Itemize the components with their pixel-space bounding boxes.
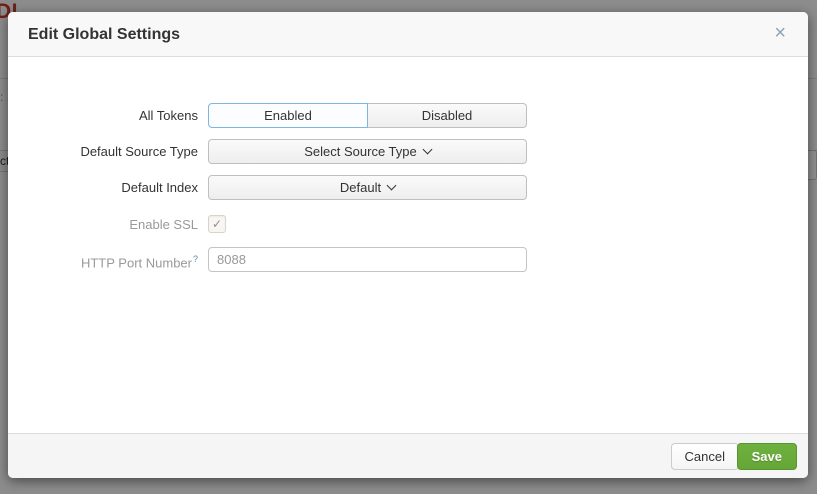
http-port-label: HTTP Port Number?	[8, 247, 198, 272]
edit-global-settings-modal: Edit Global Settings × All Tokens Enable…	[8, 12, 808, 478]
all-tokens-row: All Tokens Enabled Disabled	[8, 103, 808, 128]
enable-ssl-label: Enable SSL	[8, 212, 198, 237]
default-index-control: Default	[208, 175, 527, 200]
all-tokens-enabled-button[interactable]: Enabled	[208, 103, 368, 128]
help-marker: ?	[193, 254, 198, 264]
modal-title: Edit Global Settings	[28, 12, 180, 57]
cancel-button[interactable]: Cancel	[671, 443, 739, 470]
checkmark-icon: ✓	[212, 217, 222, 231]
all-tokens-disabled-button[interactable]: Disabled	[368, 103, 527, 128]
enable-ssl-checkbox: ✓	[208, 215, 226, 233]
chevron-down-icon	[422, 145, 432, 155]
all-tokens-toggle-group: Enabled Disabled	[208, 103, 527, 128]
default-source-type-control: Select Source Type	[208, 139, 527, 164]
modal-header: Edit Global Settings ×	[8, 12, 808, 57]
modal-footer: Cancel Save	[8, 433, 808, 478]
default-index-value: Default	[340, 180, 381, 195]
default-source-type-row: Default Source Type Select Source Type	[8, 139, 808, 164]
default-index-label: Default Index	[8, 175, 198, 200]
save-button[interactable]: Save	[737, 443, 797, 470]
all-tokens-label: All Tokens	[8, 103, 198, 128]
default-source-type-dropdown[interactable]: Select Source Type	[208, 139, 527, 164]
chevron-down-icon	[387, 181, 397, 191]
default-source-type-value: Select Source Type	[304, 144, 417, 159]
close-icon[interactable]: ×	[768, 12, 792, 57]
default-index-row: Default Index Default	[8, 175, 808, 200]
http-port-input	[208, 247, 527, 272]
modal-body: All Tokens Enabled Disabled Default Sour…	[8, 57, 808, 433]
default-index-dropdown[interactable]: Default	[208, 175, 527, 200]
enable-ssl-row: Enable SSL ✓	[8, 212, 808, 237]
default-source-type-label: Default Source Type	[8, 139, 198, 164]
http-port-row: HTTP Port Number?	[8, 247, 808, 272]
